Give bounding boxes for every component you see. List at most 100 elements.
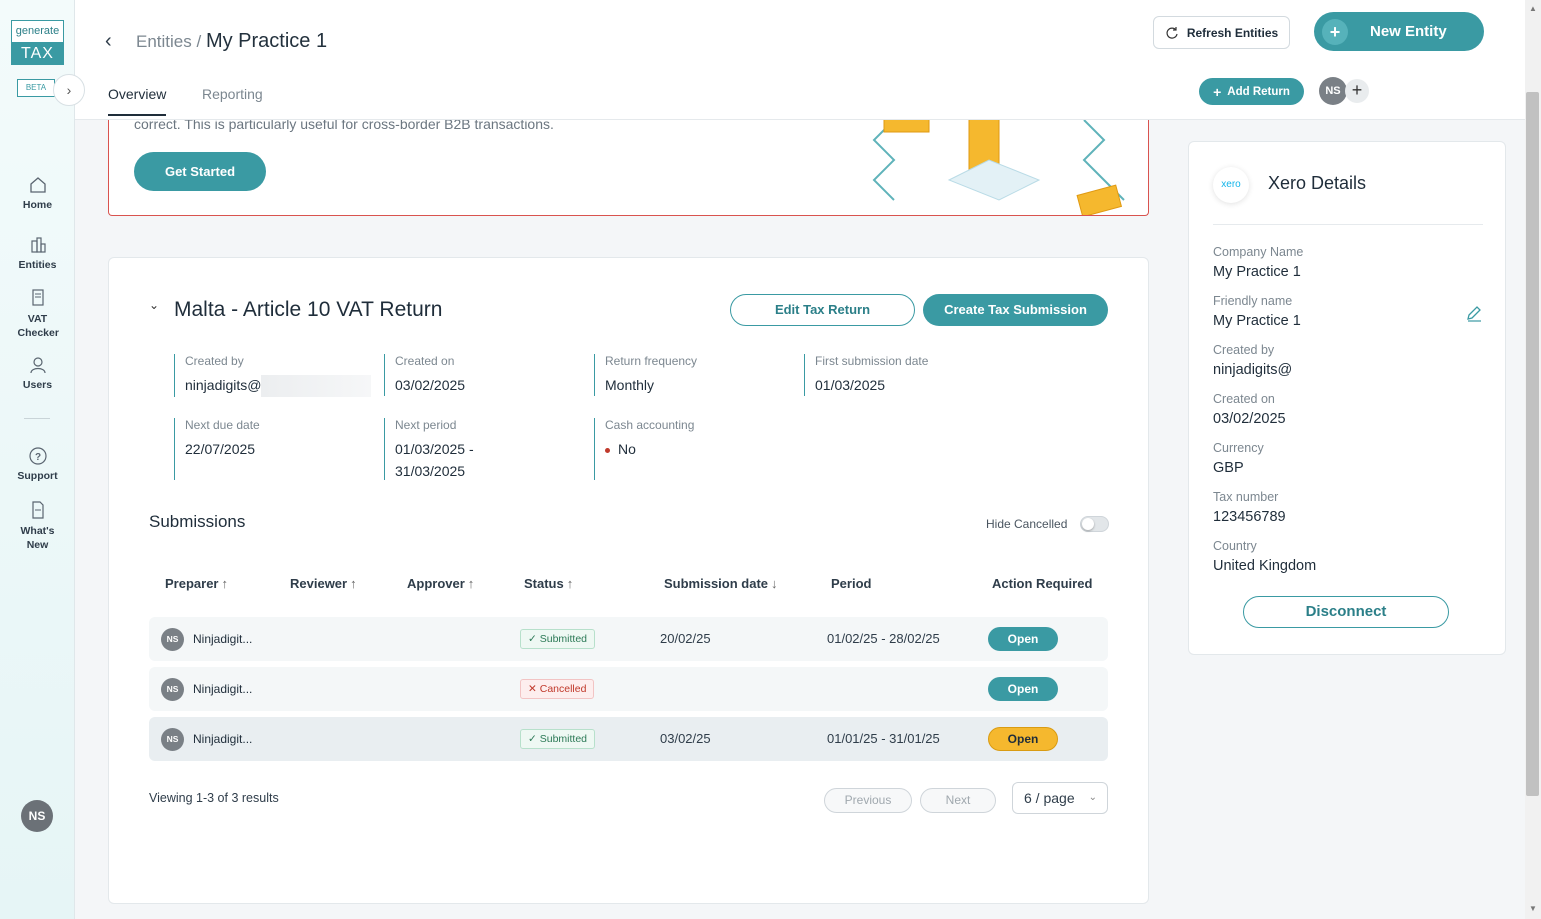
field-created-by: Created by ninjadigits@	[174, 354, 374, 398]
field-label: Country	[1213, 539, 1257, 553]
brand-logo[interactable]: generate TAX	[11, 20, 64, 65]
table-row[interactable]: NS Ninjadigit... ✕ Cancelled Open	[149, 667, 1108, 711]
disconnect-button[interactable]: Disconnect	[1243, 596, 1449, 628]
col-status[interactable]: Status ↑	[524, 576, 573, 591]
submission-date: 20/02/25	[660, 631, 711, 646]
col-approver[interactable]: Approver ↑	[407, 576, 474, 591]
redacted-block	[261, 375, 372, 398]
col-reviewer[interactable]: Reviewer ↑	[290, 576, 357, 591]
col-submission-date[interactable]: Submission date ↓	[664, 576, 778, 591]
xero-created-on: Created on 03/02/2025	[1213, 392, 1286, 427]
next-page-button[interactable]: Next	[920, 788, 996, 813]
open-button[interactable]: Open	[988, 627, 1058, 651]
tab-overview[interactable]: Overview	[108, 86, 167, 116]
logo-top-text: generate	[15, 25, 60, 37]
field-label: Company Name	[1213, 245, 1304, 259]
sort-up-icon: ↑	[221, 576, 228, 591]
get-started-button[interactable]: Get Started	[134, 152, 266, 191]
add-assignee-button[interactable]: +	[1345, 79, 1369, 103]
xero-created-by: Created by ninjadigits@	[1213, 343, 1292, 378]
scrollbar-thumb[interactable]	[1526, 92, 1539, 796]
field-label: Return frequency	[605, 354, 698, 368]
col-period: Period	[831, 576, 872, 591]
user-avatar[interactable]: NS	[21, 800, 53, 832]
page-header: ‹ Entities / My Practice 1 Overview Repo…	[75, 0, 1525, 120]
field-value: ninjadigits@	[185, 374, 374, 398]
new-entity-button[interactable]: + New Entity	[1314, 12, 1484, 51]
collapse-toggle[interactable]: ⌄	[149, 298, 159, 312]
breadcrumb-separator: /	[196, 32, 202, 51]
sidebar-item-label: Users	[22, 379, 53, 391]
pencil-icon[interactable]	[1465, 304, 1483, 322]
status-badge: ✓ Submitted	[520, 729, 596, 749]
hide-cancelled-toggle[interactable]	[1080, 516, 1109, 532]
xero-title: Xero Details	[1268, 173, 1367, 193]
create-tax-submission-button[interactable]: Create Tax Submission	[923, 294, 1108, 326]
field-next-period: Next period 01/03/2025 -31/03/2025	[384, 418, 584, 480]
new-entity-label: New Entity	[1370, 23, 1447, 40]
back-button[interactable]: ‹	[105, 30, 112, 53]
field-value: ninjadigits@	[1213, 362, 1293, 378]
sidebar-item-label: Home	[22, 199, 53, 211]
vat-checker-icon	[31, 289, 44, 306]
field-label: Created by	[185, 354, 244, 368]
page-title: My Practice 1	[205, 30, 328, 52]
chevron-down-icon: ⌄	[149, 298, 160, 312]
xero-tax-number: Tax number 123456789	[1213, 490, 1286, 525]
hide-cancelled-label: Hide Cancelled	[986, 517, 1068, 531]
sidebar-item-users[interactable]: Users	[0, 355, 75, 391]
table-row[interactable]: NS Ninjadigit... ✓ Submitted 20/02/25 01…	[149, 617, 1108, 661]
field-value: GBP	[1213, 460, 1244, 476]
support-icon: ?	[28, 447, 47, 465]
avatar: NS	[161, 628, 184, 651]
divider	[1213, 224, 1483, 225]
field-value: 123456789	[1213, 509, 1286, 525]
period: 01/01/25 - 31/01/25	[827, 731, 940, 746]
check-icon: ✓	[528, 633, 537, 645]
field-first-submission: First submission date 01/03/2025	[804, 354, 1024, 396]
scroll-up-arrow[interactable]: ▲	[1529, 4, 1537, 13]
table-row[interactable]: NS Ninjadigit... ✓ Submitted 03/02/25 01…	[149, 717, 1108, 761]
check-icon: ✓	[528, 733, 537, 745]
field-label: Created on	[1213, 392, 1275, 406]
add-return-label: Add Return	[1227, 85, 1290, 98]
sidebar-item-vat-checker[interactable]: VAT Checker	[0, 288, 75, 340]
open-button[interactable]: Open	[988, 677, 1058, 701]
breadcrumb-entities[interactable]: Entities	[136, 32, 192, 51]
sidebar-item-entities[interactable]: Entities	[0, 235, 75, 271]
sidebar-divider	[24, 418, 50, 419]
field-label: Cash accounting	[605, 418, 695, 432]
assignee-avatar[interactable]: NS	[1319, 77, 1347, 105]
x-icon: ✕	[528, 683, 537, 695]
sidebar-item-support[interactable]: ? Support	[0, 446, 75, 482]
sidebar-item-home[interactable]: Home	[0, 175, 75, 211]
refresh-entities-button[interactable]: Refresh Entities	[1153, 16, 1290, 49]
field-label: Created by	[1213, 343, 1275, 357]
chevron-left-icon: ‹	[105, 30, 112, 52]
field-value: Monthly	[605, 377, 655, 393]
open-button[interactable]: Open	[988, 727, 1058, 751]
previous-page-button[interactable]: Previous	[824, 788, 912, 813]
sort-up-icon: ↑	[467, 576, 475, 591]
field-value: 01/03/2025	[815, 377, 886, 393]
edit-tax-return-button[interactable]: Edit Tax Return	[730, 294, 915, 326]
home-icon	[29, 177, 46, 193]
xero-country: Country United Kingdom	[1213, 539, 1316, 574]
avatar: NS	[161, 728, 184, 751]
col-preparer[interactable]: Preparer ↑	[165, 576, 228, 591]
field-value: 22/07/2025	[185, 441, 256, 457]
sidebar-item-label: Entities	[18, 259, 57, 271]
svg-text:?: ?	[34, 452, 40, 463]
scroll-down-arrow[interactable]: ▼	[1529, 904, 1537, 913]
xero-details-panel: xero Xero Details Company Name My Practi…	[1188, 141, 1506, 655]
sidebar-expand-button[interactable]: ›	[53, 74, 85, 106]
xero-logo: xero	[1213, 167, 1249, 203]
field-label: Next due date	[185, 418, 260, 432]
xero-currency: Currency GBP	[1213, 441, 1264, 476]
sidebar-item-label: VAT Checker	[17, 313, 59, 339]
preparer-name: Ninjadigit...	[193, 632, 253, 646]
sidebar-item-whats-new[interactable]: What's New	[0, 500, 75, 552]
tab-reporting[interactable]: Reporting	[202, 86, 263, 102]
per-page-select[interactable]: 6 / page ⌄	[1012, 782, 1108, 814]
add-return-button[interactable]: + Add Return	[1199, 78, 1304, 105]
